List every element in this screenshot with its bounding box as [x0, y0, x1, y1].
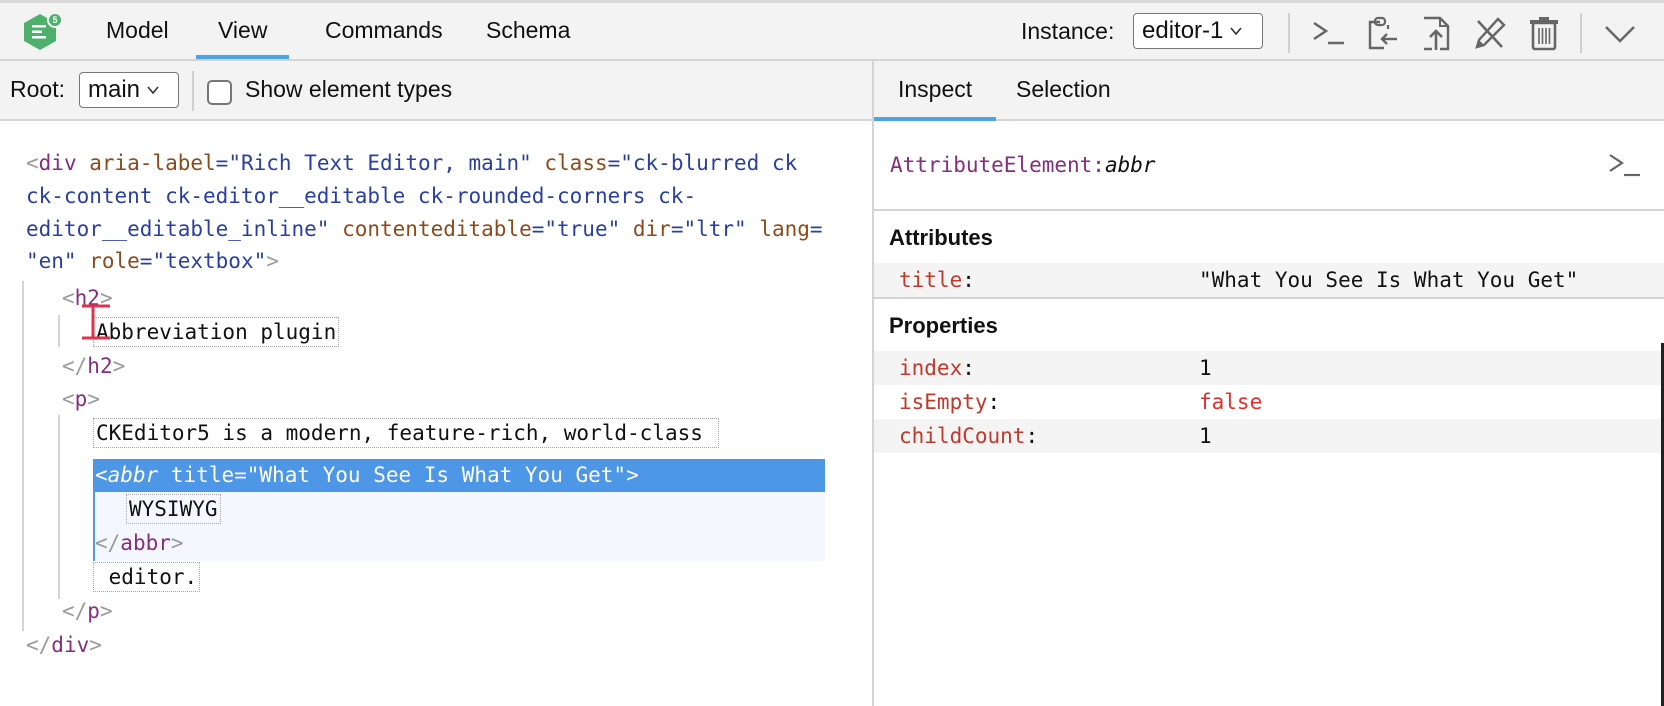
tab-inspect[interactable]: Inspect: [874, 61, 997, 121]
tree-node-abbr-close[interactable]: </abbr>: [95, 527, 184, 559]
attribute-key: title:: [899, 268, 975, 292]
section-divider: [874, 297, 1664, 299]
property-row: isEmpty: false: [874, 385, 1664, 419]
set-editor-data-icon[interactable]: [1364, 15, 1400, 51]
tree-node-div-open-cont[interactable]: editor__editable_inline" contenteditable…: [26, 213, 823, 245]
element-type: AttributeElement:abbr: [890, 153, 1156, 177]
tab-model[interactable]: Model: [84, 3, 191, 59]
instance-label: Instance:: [1021, 18, 1115, 44]
tab-commands[interactable]: Commands: [303, 3, 465, 59]
tab-schema[interactable]: Schema: [464, 3, 592, 59]
inspector-tabs: Inspect Selection: [874, 61, 1664, 121]
view-tree: <div aria-label="Rich Text Editor, main"…: [0, 121, 872, 706]
tree-text-abbr[interactable]: WYSIWYG: [126, 493, 221, 525]
text-caret-icon: [82, 304, 110, 340]
toolbar-divider: [192, 71, 194, 111]
property-value: false: [1199, 390, 1263, 414]
tree-node-div-open-cont[interactable]: ck-content ck-editor__editable ck-rounde…: [26, 180, 696, 212]
property-row: childCount: 1: [874, 419, 1664, 453]
view-toolbar: Root: main Show element types: [0, 61, 872, 121]
root-select-value: main: [88, 76, 141, 103]
destroy-editor-icon[interactable]: [1526, 15, 1562, 51]
indent-guide: [58, 415, 60, 599]
instance-select[interactable]: editor-1: [1133, 13, 1263, 49]
show-element-types-label[interactable]: Show element types: [245, 76, 452, 103]
log-to-console-icon[interactable]: [1310, 15, 1346, 51]
tree-node-div-close[interactable]: </div>: [26, 629, 102, 661]
top-navbar: 5 Model View Commands Schema Instance: e…: [0, 0, 1664, 61]
property-key: index:: [899, 356, 975, 380]
property-value: 1: [1199, 356, 1212, 380]
instance-select-value: editor-1: [1142, 17, 1224, 44]
tree-node-h2-close[interactable]: </h2>: [62, 350, 125, 382]
toolbar-divider: [1288, 13, 1290, 53]
chevron-down-icon: [1230, 27, 1242, 36]
properties-title: Properties: [889, 313, 998, 338]
tree-node-p-open[interactable]: <p>: [62, 383, 100, 415]
attribute-row: title: "What You See Is What You Get": [874, 263, 1664, 297]
log-to-console-icon[interactable]: [1606, 147, 1642, 183]
disable-read-only-icon[interactable]: [1472, 15, 1508, 51]
show-element-types-checkbox[interactable]: [207, 80, 232, 105]
tree-text-p-2[interactable]: editor.: [93, 561, 201, 593]
property-row: index: 1: [874, 351, 1664, 385]
toolbar-divider: [1580, 13, 1582, 53]
tree-text-p-1[interactable]: CKEditor5 is a modern, feature-rich, wor…: [93, 417, 719, 449]
ckeditor-inspector-logo-icon: 5: [24, 12, 63, 50]
tree-node-p-close[interactable]: </p>: [62, 595, 113, 627]
tab-view[interactable]: View: [196, 3, 290, 59]
inspect-header: AttributeElement:abbr: [874, 121, 1664, 211]
property-value: 1: [1199, 424, 1212, 448]
tree-text-h2[interactable]: Abbreviation plugin: [93, 316, 340, 348]
attribute-value: "What You See Is What You Get": [1199, 268, 1579, 292]
toggle-collapse-icon[interactable]: [1602, 15, 1638, 51]
export-data-icon[interactable]: [1418, 15, 1454, 51]
root-label: Root:: [10, 76, 65, 102]
tab-selection[interactable]: Selection: [992, 61, 1135, 119]
property-key: childCount:: [899, 424, 1039, 448]
indent-guide: [58, 315, 60, 347]
attributes-title: Attributes: [889, 225, 993, 250]
indent-guide: [22, 281, 24, 631]
logo-badge: 5: [52, 15, 57, 25]
property-key: isEmpty:: [899, 390, 1001, 414]
tree-node-div-open[interactable]: <div aria-label="Rich Text Editor, main"…: [26, 147, 797, 179]
root-select[interactable]: main: [79, 72, 179, 108]
chevron-down-icon: [147, 86, 159, 95]
tree-node-div-open-cont[interactable]: "en" role="textbox">: [26, 245, 279, 277]
tree-node-abbr-open[interactable]: <abbr title="What You See Is What You Ge…: [95, 459, 639, 491]
